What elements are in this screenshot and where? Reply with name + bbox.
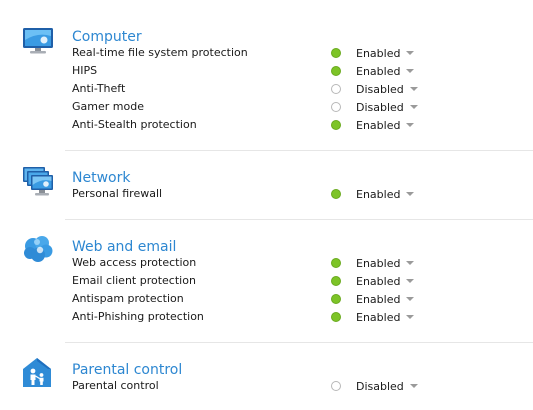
status-dropdown[interactable]: Disabled bbox=[356, 83, 418, 97]
row-label: Parental control bbox=[72, 379, 159, 392]
row-web-access-protection: Web access protection Enabled bbox=[0, 256, 533, 274]
status-enabled-icon bbox=[331, 189, 341, 199]
row-label: Gamer mode bbox=[72, 100, 144, 113]
row-anti-phishing-protection: Anti-Phishing protection Enabled bbox=[0, 310, 533, 328]
row-parental-control: Parental control Disabled bbox=[0, 379, 533, 397]
status-dropdown[interactable]: Enabled bbox=[356, 293, 415, 307]
row-label: Anti-Stealth protection bbox=[72, 118, 197, 131]
section-divider bbox=[65, 219, 533, 220]
row-label: Email client protection bbox=[72, 274, 196, 287]
chevron-down-icon bbox=[409, 87, 418, 91]
status-dropdown[interactable]: Enabled bbox=[356, 311, 415, 325]
status-enabled-icon bbox=[331, 66, 341, 76]
section-title-network: Network bbox=[72, 170, 131, 186]
status-enabled-icon bbox=[331, 294, 341, 304]
status-enabled-icon bbox=[331, 258, 341, 268]
chevron-down-icon bbox=[406, 297, 415, 301]
row-hips: HIPS Enabled bbox=[0, 64, 533, 82]
chevron-down-icon bbox=[406, 192, 415, 196]
section-title-computer: Computer bbox=[72, 29, 142, 45]
section-divider bbox=[65, 342, 533, 343]
status-disabled-icon bbox=[331, 381, 341, 391]
row-label: Personal firewall bbox=[72, 187, 163, 200]
status-enabled-icon bbox=[331, 276, 341, 286]
chevron-down-icon bbox=[406, 315, 415, 319]
row-label: HIPS bbox=[72, 64, 98, 77]
row-label: Antispam protection bbox=[72, 292, 184, 305]
chevron-down-icon bbox=[406, 69, 415, 73]
chevron-down-icon bbox=[406, 123, 415, 127]
row-label: Anti-Theft bbox=[72, 82, 126, 95]
row-email-client-protection: Email client protection Enabled bbox=[0, 274, 533, 292]
chevron-down-icon bbox=[406, 279, 415, 283]
section-title-parental-control: Parental control bbox=[72, 362, 183, 378]
status-dropdown[interactable]: Enabled bbox=[356, 119, 415, 133]
chevron-down-icon bbox=[409, 105, 418, 109]
status-dropdown[interactable]: Enabled bbox=[356, 65, 415, 79]
chevron-down-icon bbox=[409, 384, 418, 388]
chevron-down-icon bbox=[406, 261, 415, 265]
status-dropdown[interactable]: Enabled bbox=[356, 275, 415, 289]
row-label: Real-time file system protection bbox=[72, 46, 248, 59]
status-enabled-icon bbox=[331, 312, 341, 322]
status-dropdown[interactable]: Enabled bbox=[356, 188, 415, 202]
section-divider bbox=[65, 150, 533, 151]
row-personal-firewall: Personal firewall Enabled bbox=[0, 187, 533, 205]
status-dropdown[interactable]: Enabled bbox=[356, 257, 415, 271]
row-label: Web access protection bbox=[72, 256, 197, 269]
row-gamer-mode: Gamer mode Disabled bbox=[0, 100, 533, 118]
status-dropdown[interactable]: Disabled bbox=[356, 101, 418, 115]
row-label: Anti-Phishing protection bbox=[72, 310, 204, 323]
row-antispam-protection: Antispam protection Enabled bbox=[0, 292, 533, 310]
status-dropdown[interactable]: Disabled bbox=[356, 380, 418, 394]
chevron-down-icon bbox=[406, 51, 415, 55]
section-title-web-and-email: Web and email bbox=[72, 239, 177, 255]
row-anti-stealth: Anti-Stealth protection Enabled bbox=[0, 118, 533, 136]
status-enabled-icon bbox=[331, 48, 341, 58]
row-realtime-protection: Real-time file system protection Enabled bbox=[0, 46, 533, 64]
status-dropdown[interactable]: Enabled bbox=[356, 47, 415, 61]
row-anti-theft: Anti-Theft Disabled bbox=[0, 82, 533, 100]
status-enabled-icon bbox=[331, 120, 341, 130]
status-disabled-icon bbox=[331, 102, 341, 112]
status-disabled-icon bbox=[331, 84, 341, 94]
